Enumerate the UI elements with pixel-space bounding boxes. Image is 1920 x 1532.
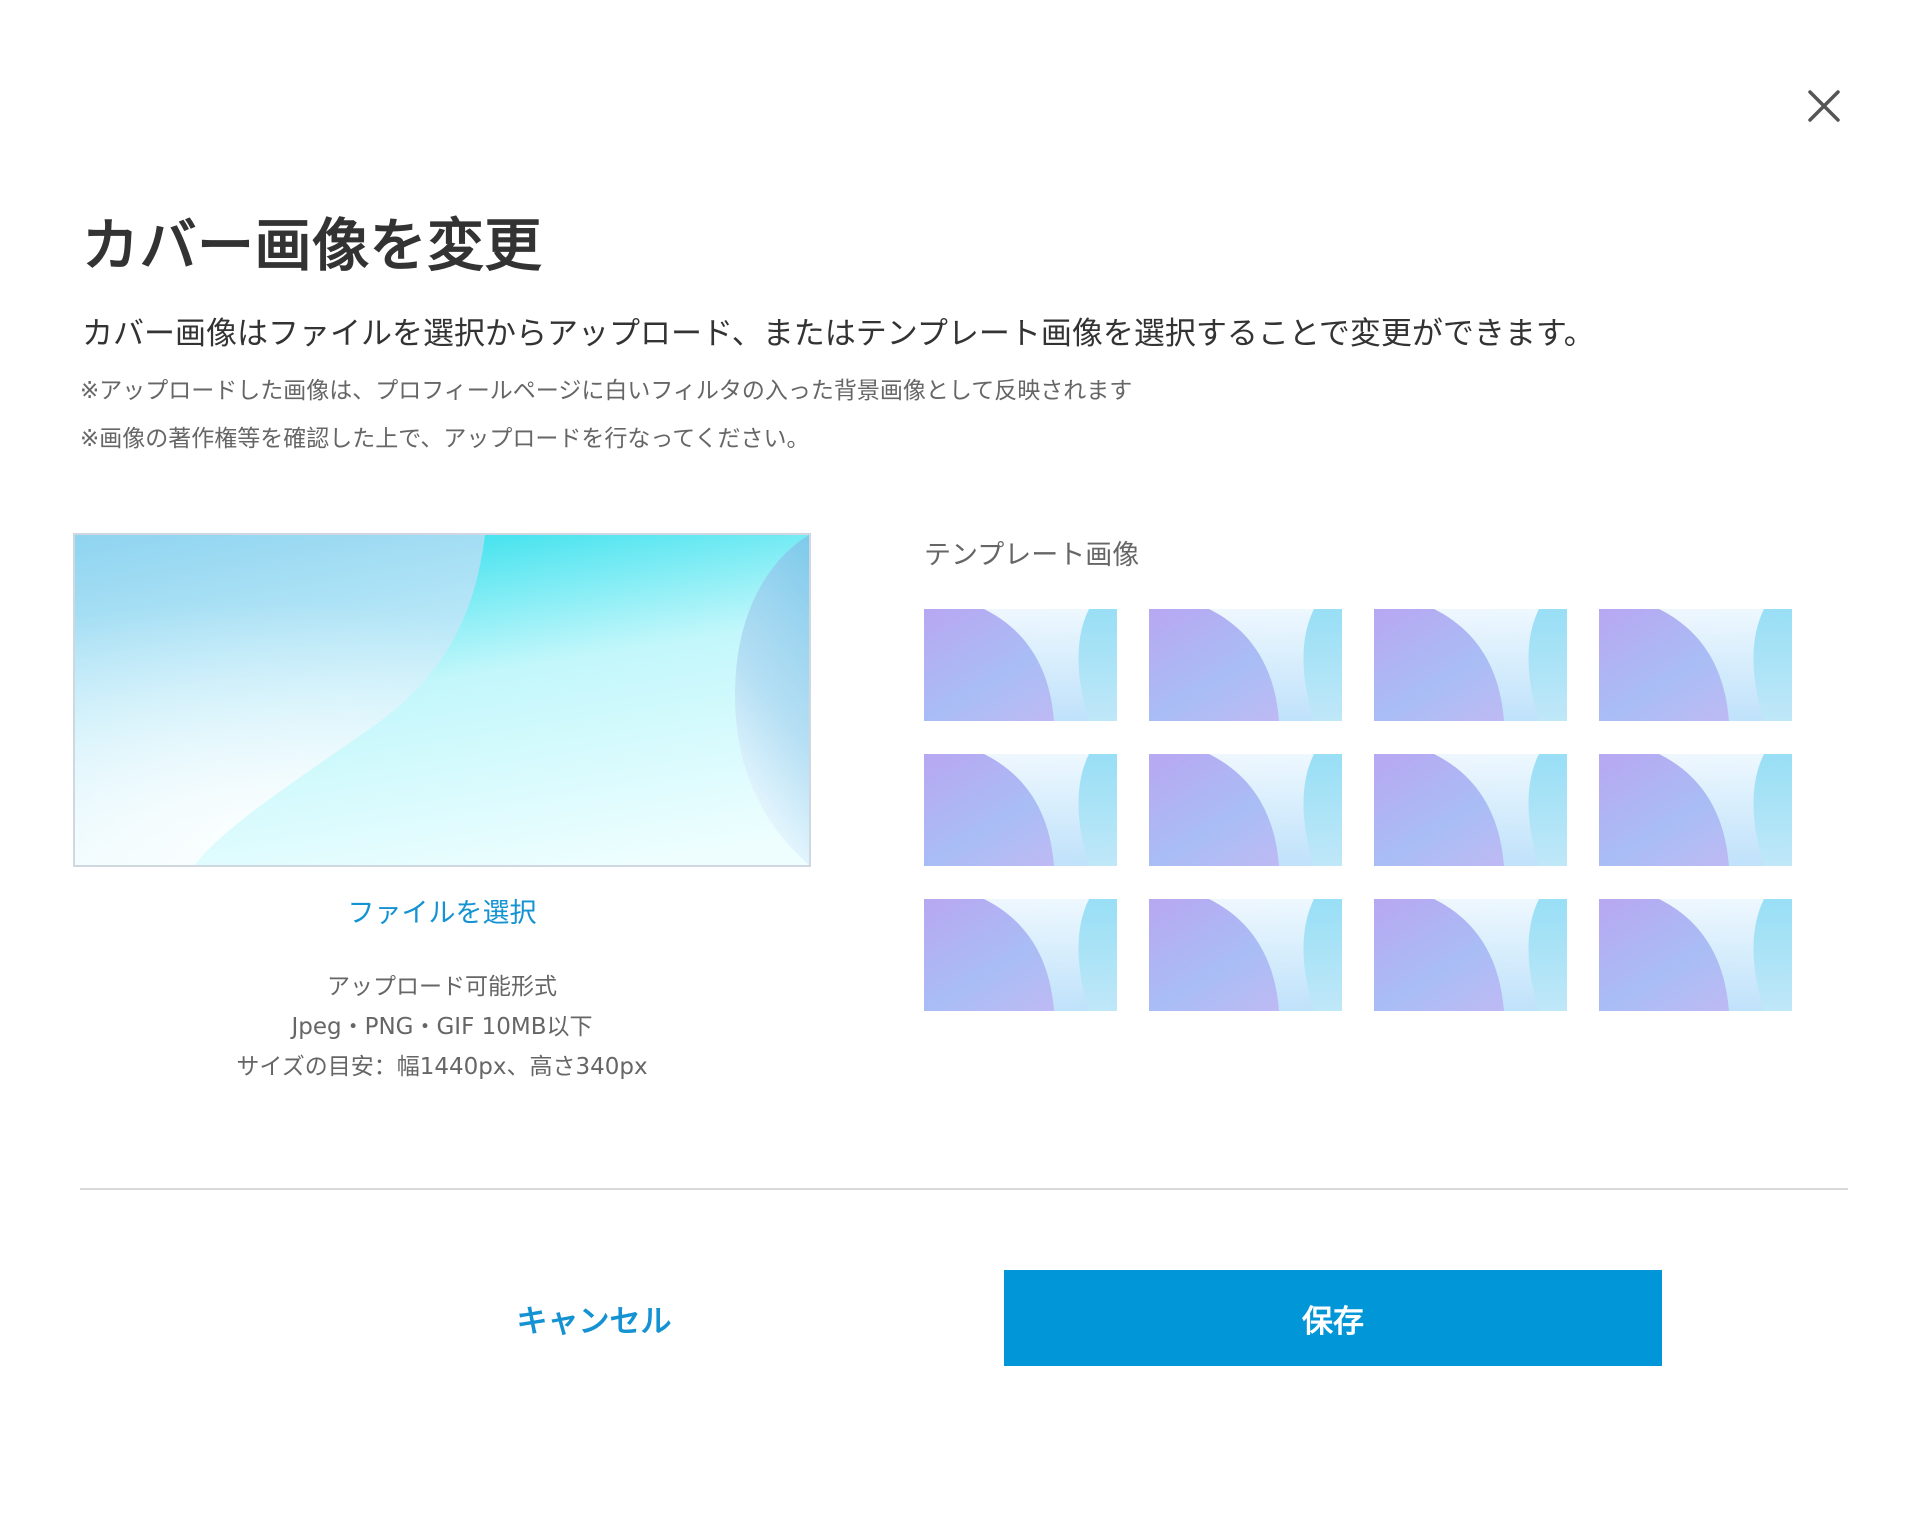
upload-format-info: アップロード可能形式 Jpeg・PNG・GIF 10MB以下 サイズの目安：幅1… (73, 967, 811, 1087)
format-types: Jpeg・PNG・GIF 10MB以下 (291, 1014, 593, 1040)
format-title: アップロード可能形式 (327, 974, 557, 1000)
save-button[interactable]: 保存 (1004, 1270, 1662, 1366)
close-button[interactable] (1800, 82, 1848, 130)
dialog-description: カバー画像はファイルを選択からアップロード、またはテンプレート画像を選択すること… (82, 316, 1595, 352)
template-thumbnail[interactable] (1599, 754, 1792, 866)
template-thumbnail[interactable] (924, 899, 1117, 1011)
template-thumbnail[interactable] (1374, 609, 1567, 721)
close-icon (1808, 90, 1840, 122)
cancel-button[interactable]: キャンセル (413, 1270, 775, 1366)
template-thumbnail[interactable] (1149, 754, 1342, 866)
select-file-link[interactable]: ファイルを選択 (73, 894, 811, 934)
template-thumbnail[interactable] (1149, 899, 1342, 1011)
dialog-title: カバー画像を変更 (82, 213, 542, 279)
template-thumbnail[interactable] (1599, 899, 1792, 1011)
cover-preview (73, 533, 811, 867)
template-thumbnail[interactable] (1599, 609, 1792, 721)
template-label: テンプレート画像 (924, 540, 1140, 571)
template-thumbnail[interactable] (1149, 609, 1342, 721)
divider (80, 1188, 1848, 1190)
size-guide: サイズの目安：幅1440px、高さ340px (236, 1054, 648, 1080)
template-thumbnail[interactable] (924, 609, 1117, 721)
template-thumbnail[interactable] (924, 754, 1117, 866)
template-thumbnail[interactable] (1374, 754, 1567, 866)
template-thumbnail[interactable] (1374, 899, 1567, 1011)
template-grid (924, 609, 1792, 1011)
upload-note: ※アップロードした画像は、プロフィールページに白いフィルタの入った背景画像として… (80, 378, 1133, 404)
copyright-note: ※画像の著作権等を確認した上で、アップロードを行なってください。 (80, 426, 810, 452)
